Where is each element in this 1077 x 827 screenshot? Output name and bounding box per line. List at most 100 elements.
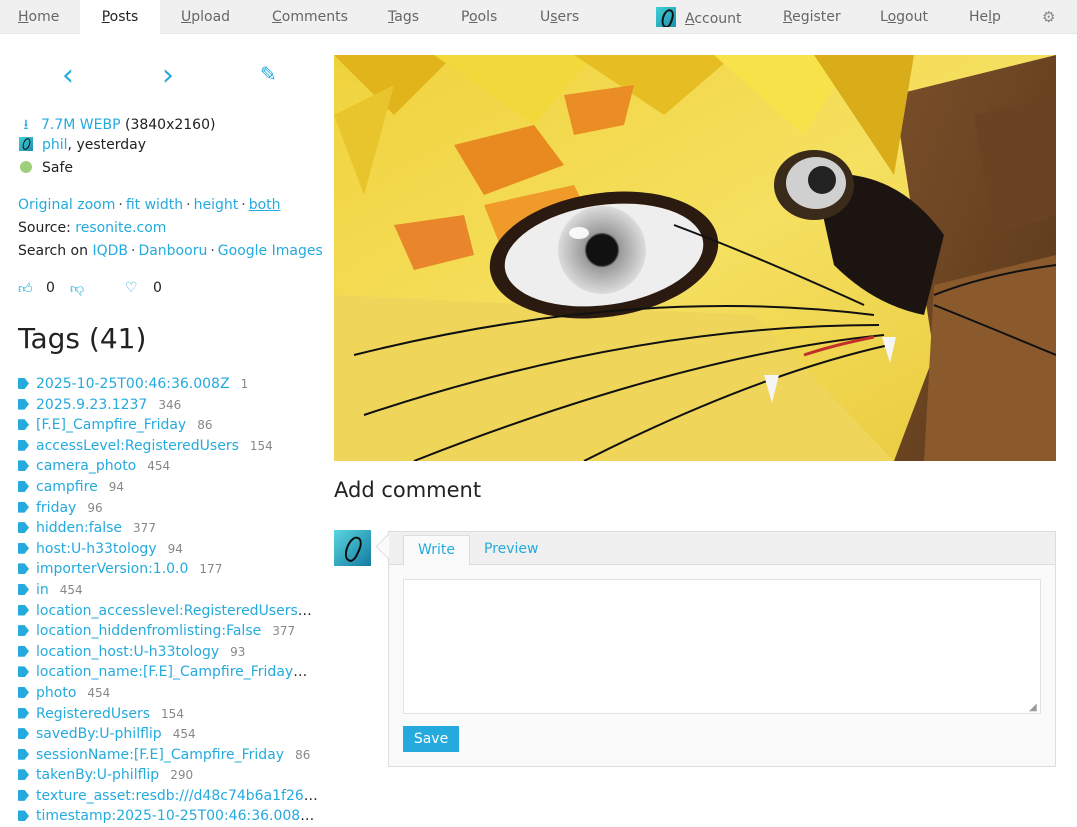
tab-write[interactable]: Write [403,535,470,566]
nav-pools[interactable]: Pools [461,9,497,25]
tag-link[interactable]: takenBy:U-philflip [36,767,159,783]
tag-icon[interactable] [18,378,29,389]
nav-register[interactable]: Register [783,9,841,25]
nav-upload-label: pload [191,9,231,25]
tag-link[interactable]: savedBy:U-philflip [36,726,162,742]
nav-tags[interactable]: Tags [388,9,419,25]
separator: · [130,243,136,259]
tag-link[interactable]: [F.E]_Campfire_Friday [36,417,186,433]
zoom-fit-width-link[interactable]: fit width [126,197,183,213]
search-iqdb-link[interactable]: IQDB [92,243,128,259]
tag-icon[interactable] [18,748,29,760]
tag-link[interactable]: importerVersion:1.0.0 [36,561,188,577]
tag-link[interactable]: texture_asset:resdb:///d48c74b6a1f26ee… [36,788,318,804]
nav-logout-key: o [887,9,897,25]
resize-grip-icon[interactable]: ◢ [1029,702,1039,713]
nav-help-label: p [992,9,1001,25]
zoom-height-link[interactable]: height [194,197,239,213]
tag-icon[interactable] [18,810,29,822]
thumbs-up-icon[interactable]: 👍︎ [18,280,33,297]
reverse-search: Search on IQDB · Danbooru · Google Images [18,243,323,259]
tag-link[interactable]: location_accesslevel:RegisteredUsers [36,603,312,619]
comment-avatar [334,530,371,566]
search-google-link[interactable]: Google Images [218,243,323,259]
previous-post-icon[interactable]: ‹ [62,58,74,93]
tab-preview[interactable]: Preview [470,535,553,566]
nav-tags-label: ags [394,9,419,25]
tag-icon[interactable] [18,501,29,513]
tag-item: photo 454 [18,683,318,704]
comment-tabs: Write Preview [389,532,1055,566]
gear-icon[interactable]: ⚙ [1042,8,1055,26]
tag-link[interactable]: 2025.9.23.1237 [36,397,147,413]
nav-users[interactable]: Users [540,9,579,25]
tag-icon[interactable] [18,542,29,554]
zoom-options: Original zoom · fit width · height · both [18,197,281,213]
tag-link[interactable]: friday [36,500,76,516]
comment-textarea[interactable] [403,579,1041,714]
tag-icon[interactable] [18,666,29,678]
tag-count: 377 [133,521,156,536]
tag-icon[interactable] [18,686,29,698]
tag-item: campfire 94 [18,477,318,498]
tag-link[interactable]: 2025-10-25T00:46:36.008Z [36,376,230,392]
tag-icon[interactable] [18,480,29,492]
tag-link[interactable]: camera_photo [36,458,136,474]
tag-icon[interactable] [18,769,29,781]
download-icon[interactable]: ⭳ [18,114,34,138]
edit-icon[interactable]: ✎ [260,62,277,86]
nav-logout[interactable]: Logout [880,9,928,25]
tag-link[interactable]: accessLevel:RegisteredUsers [36,438,239,454]
tag-link[interactable]: timestamp:2025-10-25T00:46:36.008124… [36,808,318,824]
tag-icon[interactable] [18,583,29,595]
tag-item: 2025-10-25T00:46:36.008Z 1 [18,374,318,395]
source-link[interactable]: resonite.com [75,220,166,236]
nav-help[interactable]: Help [969,9,1001,25]
nav-home[interactable]: Home [18,9,59,25]
tag-icon[interactable] [18,728,29,740]
nav-pools-prefix: P [461,9,469,25]
tag-icon[interactable] [18,460,29,472]
tag-icon[interactable] [18,625,29,637]
rating-info: Safe [18,160,73,176]
zoom-both-link[interactable]: both [249,197,281,213]
next-post-icon[interactable]: › [162,58,174,93]
tag-link[interactable]: campfire [36,479,98,495]
thumbs-down-icon[interactable]: 👎︎ [70,280,84,297]
tag-count: 86 [197,418,213,433]
save-button[interactable]: Save [403,726,459,752]
tag-icon[interactable] [18,707,29,719]
uploader-info: phil, yesterday [18,137,146,153]
tag-icon[interactable] [18,789,29,801]
tag-link[interactable]: hidden:false [36,520,122,536]
zoom-original-link[interactable]: Original zoom [18,197,115,213]
tag-link[interactable]: location_host:U-h33tology [36,644,219,660]
tag-icon[interactable] [18,604,29,616]
nav-account[interactable]: Account [656,7,742,27]
tag-link[interactable]: photo [36,685,76,701]
uploader-link[interactable]: phil [42,137,68,153]
tag-count: 454 [172,727,196,742]
tag-icon[interactable] [18,419,29,431]
tag-icon[interactable] [18,398,29,410]
tag-link[interactable]: in [36,582,49,598]
nav-comments[interactable]: Comments [272,9,348,25]
nav-posts[interactable]: Posts [80,0,160,34]
nav-upload[interactable]: Upload [181,9,230,25]
heart-icon[interactable]: ♡ [125,280,138,296]
nav-comments-label: omments [281,9,348,25]
tag-icon[interactable] [18,522,29,534]
account-avatar [656,7,676,27]
post-image[interactable] [334,55,1056,461]
tag-icon[interactable] [18,439,29,451]
tag-item: importerVersion:1.0.0 177 [18,559,318,580]
file-download-link[interactable]: 7.7M WEBP [41,117,121,133]
tag-icon[interactable] [18,645,29,657]
tag-link[interactable]: sessionName:[F.E]_Campfire_Friday [36,747,284,763]
tag-link[interactable]: location_name:[F.E]_Campfire_Friday [36,664,307,680]
tag-icon[interactable] [18,563,29,575]
search-danbooru-link[interactable]: Danbooru [138,243,207,259]
tag-link[interactable]: host:U-h33tology [36,541,157,557]
tag-link[interactable]: RegisteredUsers [36,706,150,722]
tag-link[interactable]: location_hiddenfromlisting:False [36,623,261,639]
